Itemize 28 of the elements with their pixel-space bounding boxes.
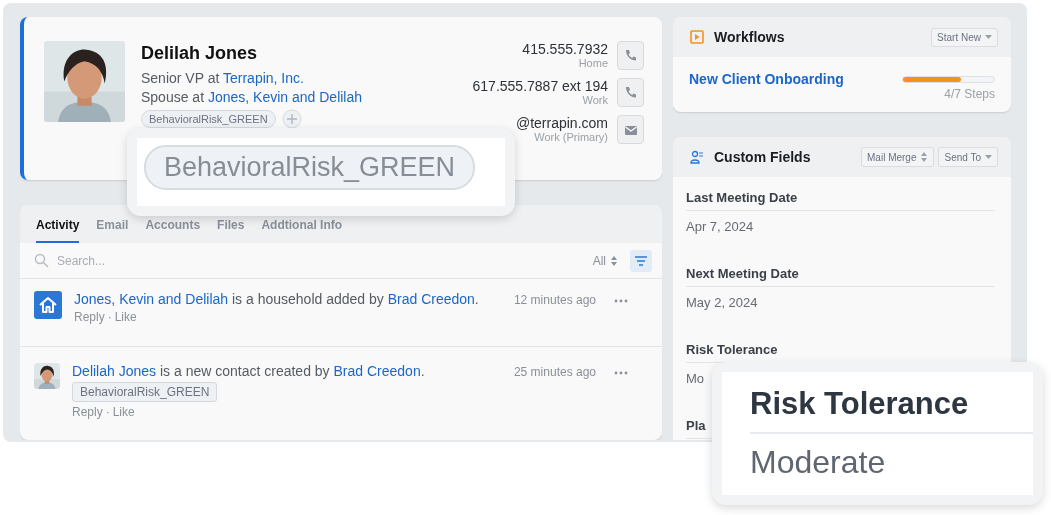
contact-type: Work xyxy=(581,94,608,106)
relationship: Spouse at Jones, Kevin and Delilah xyxy=(141,89,363,105)
separator: · xyxy=(105,405,110,419)
separator: · xyxy=(107,310,112,324)
field-value: Moderate xyxy=(750,443,887,481)
field-label: Risk Tolerance xyxy=(686,342,778,357)
contact-value: 415.555.7932 xyxy=(522,41,608,57)
field-value: Mo xyxy=(686,370,706,386)
field-value: Apr 7, 2024 xyxy=(686,218,755,234)
contact-name: Delilah Jones xyxy=(141,43,258,64)
tag: BehavioralRisk_GREEN xyxy=(144,145,476,190)
contact-value: 617.555.7887 ext 194 xyxy=(472,78,608,94)
field-label: Pla xyxy=(686,418,706,433)
step-count: 4/7 Steps xyxy=(944,87,995,101)
timestamp: 25 minutes ago xyxy=(513,364,596,381)
job-title: Senior VP at Terrapin, Inc. xyxy=(141,70,304,86)
card-title: Workflows xyxy=(714,29,786,45)
activity-text: Delilah Jones is a new contact created by Brad Creedon. xyxy=(72,363,426,379)
activity-text: Jones, Kevin and Delilah is a household added by Brad Creedon. xyxy=(74,291,480,307)
field-value: May 2, 2024 xyxy=(686,294,759,310)
field-label: Risk Tolerance xyxy=(750,386,1033,434)
contact-value: @terrapin.com xyxy=(515,115,608,131)
contact-type: Home xyxy=(577,57,608,69)
timestamp: 12 minutes ago xyxy=(513,292,596,309)
field-label: Next Meeting Date xyxy=(686,266,799,281)
contact-type: Work (Primary) xyxy=(533,131,608,143)
card-title: Custom Fields xyxy=(714,149,812,165)
field-label: Last Meeting Date xyxy=(686,190,798,205)
